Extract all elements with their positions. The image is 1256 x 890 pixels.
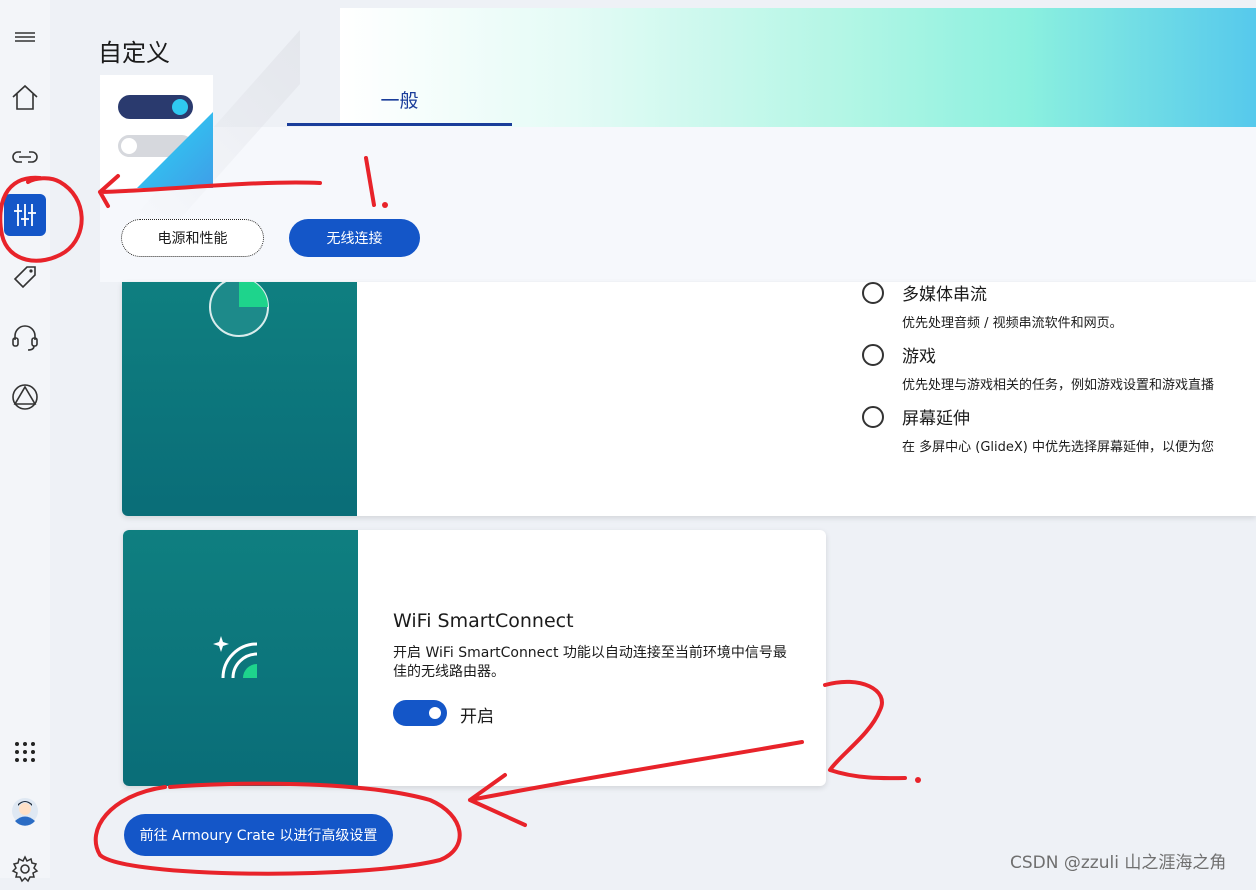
wifi-title: WiFi SmartConnect [393, 610, 574, 632]
sidebar [0, 0, 50, 883]
option-title: 多媒体串流 [902, 285, 987, 305]
link-icon[interactable] [4, 136, 46, 178]
wifi-sparkle-icon [213, 636, 258, 679]
tag-icon[interactable] [4, 256, 46, 298]
wifi-card-media [123, 530, 358, 786]
pie-chart-icon [209, 282, 269, 337]
step-2-dot [915, 777, 921, 783]
sliders-icon[interactable] [4, 194, 46, 236]
watermark: CSDN @zzuli 山之涯海之角 [1010, 853, 1227, 873]
avatar[interactable] [4, 790, 46, 832]
headset-icon[interactable] [4, 316, 46, 358]
apps-grid-icon[interactable] [4, 731, 46, 773]
wifi-smartconnect-toggle[interactable] [393, 700, 447, 726]
tab-general[interactable]: 一般 [287, 80, 512, 126]
armoury-crate-advanced-button[interactable]: 前往 Armoury Crate 以进行高级设置 [124, 814, 393, 856]
wifi-description: 开启 WiFi SmartConnect 功能以自动连接至当前环境中信号最佳的无… [393, 645, 787, 680]
filter-bar [100, 127, 1256, 282]
option-desc: 优先处理音频 / 视频串流软件和网页。 [902, 316, 1123, 331]
option-desc: 优先处理与游戏相关的任务，例如游戏设置和游戏直播 [902, 378, 1215, 393]
radio-gaming[interactable] [862, 344, 884, 366]
menu-icon[interactable] [4, 16, 46, 58]
priority-card-media [122, 282, 357, 516]
page-title: 自定义 [98, 39, 170, 67]
wireless-connection-button[interactable]: 无线连接 [289, 219, 420, 257]
toggle-on-illustration [118, 95, 193, 119]
home-icon[interactable] [4, 76, 46, 118]
step-2-mark [823, 679, 907, 781]
option-title: 游戏 [902, 347, 936, 367]
network-priority-card: 多媒体串流 优先处理音频 / 视频串流软件和网页。 游戏 优先处理与游戏相关的任… [122, 282, 1256, 516]
toggle-label: 开启 [460, 707, 494, 727]
power-performance-button[interactable]: 电源和性能 [121, 219, 264, 257]
option-desc: 在 多屏中心 (GlideX) 中优先选择屏幕延伸，以便为您 [902, 440, 1214, 455]
triangle-logo-icon[interactable] [4, 376, 46, 418]
gear-icon[interactable] [4, 848, 46, 890]
option-title: 屏幕延伸 [902, 409, 970, 429]
radio-media-streaming[interactable] [862, 282, 884, 304]
radio-screen-extension[interactable] [862, 406, 884, 428]
wifi-smartconnect-card: WiFi SmartConnect 开启 WiFi SmartConnect 功… [123, 530, 826, 786]
